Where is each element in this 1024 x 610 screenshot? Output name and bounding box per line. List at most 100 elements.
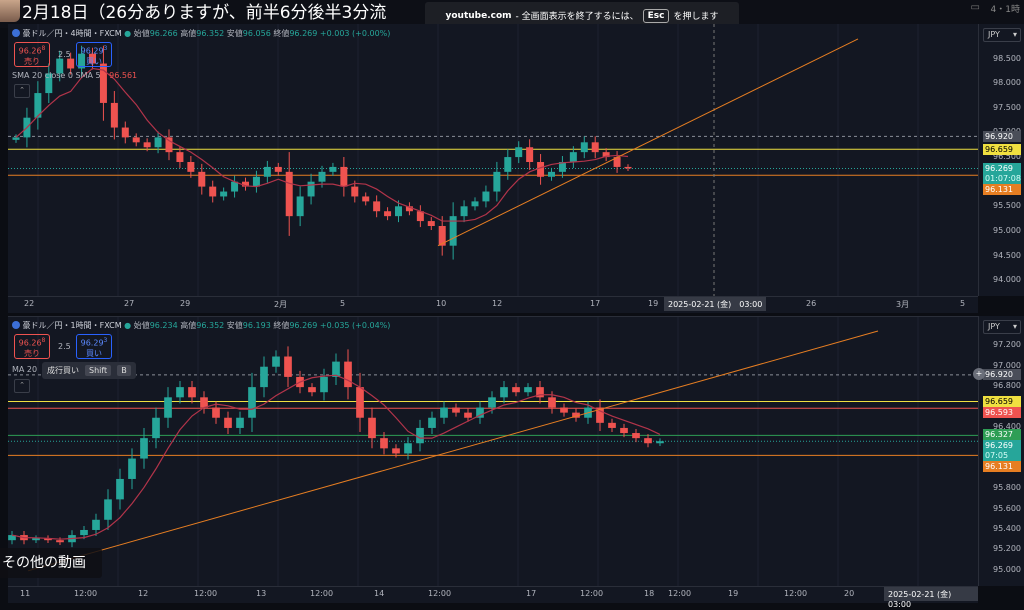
candle-body — [272, 356, 280, 367]
low-label: 安値 — [226, 29, 243, 38]
time-tick-label: 20 — [844, 589, 855, 598]
chart-canvas-4h[interactable] — [8, 24, 978, 296]
time-tick-label: 17 — [526, 589, 537, 598]
time-tick-label: 12:00 — [310, 589, 334, 598]
time-tick-label: 12:00 — [668, 589, 692, 598]
currency-select-1h[interactable]: JPY ▾ — [983, 320, 1021, 334]
candle-body — [143, 142, 151, 148]
sell-button-1h[interactable]: 96.268 売り — [14, 334, 50, 359]
price-axis-4h[interactable]: JPY▾ 98.50098.00097.50097.00096.50096.00… — [978, 24, 1024, 296]
time-tick-label: 5 — [340, 299, 346, 308]
time-tick-label: 12:00 — [194, 589, 218, 598]
symbol-logo-icon — [12, 321, 20, 329]
price-tag-red: 96.593 — [983, 406, 1021, 418]
buy-button-4h[interactable]: 96.293 買い — [76, 42, 112, 67]
time-tick-label: 12 — [492, 299, 503, 308]
currency-select-4h[interactable]: JPY ▾ — [983, 28, 1021, 42]
candle-body — [187, 162, 195, 172]
candle-body — [395, 206, 402, 217]
open-label: 始値 — [133, 321, 150, 330]
window-controls[interactable]: ▭ — [971, 2, 980, 13]
trend-line — [437, 38, 859, 247]
buy-button-1h[interactable]: 96.293 買い — [76, 334, 112, 359]
tooltip-label: 成行買い — [47, 366, 79, 375]
price-tick-label: 96.800 — [993, 381, 1021, 391]
candle-body — [524, 387, 532, 393]
candle-body — [428, 417, 436, 428]
add-alert-icon[interactable]: + — [973, 368, 985, 380]
candle-body — [548, 171, 555, 177]
time-tick-label: 13 — [256, 589, 267, 598]
candle-body — [351, 186, 359, 197]
candle-body — [56, 540, 64, 543]
chart-pane-4h[interactable] — [8, 24, 978, 296]
candle-body — [500, 387, 508, 398]
indicator-legend-1h[interactable]: MA 20 — [12, 365, 37, 374]
chart-pane-1h[interactable] — [8, 316, 978, 587]
price-axis-1h[interactable]: JPY▾ 97.20097.00096.80096.60096.40096.20… — [978, 316, 1024, 586]
candle-body — [482, 191, 490, 202]
price-tag-teal-sub: 01:07:08 — [983, 173, 1021, 185]
candle-body — [504, 157, 512, 172]
close-label: 終値 — [273, 29, 290, 38]
time-cursor-label: 2025-02-21 (金) 03:00 — [664, 297, 767, 311]
candle-body — [209, 186, 217, 197]
symbol-name[interactable]: 豪ドル／円・1時間・FXCM — [23, 321, 122, 330]
candle-body — [471, 201, 479, 207]
candle-body — [548, 397, 556, 408]
candle-body — [488, 397, 496, 408]
chevron-down-icon: ▾ — [1012, 322, 1017, 331]
symbol-name[interactable]: 豪ドル／円・4時間・FXCM — [23, 29, 122, 38]
candle-body — [198, 171, 206, 187]
chevron-up-icon: ⌃ — [19, 381, 25, 389]
page-indicator: 4・1時 — [990, 5, 1020, 15]
time-tick-label: 3月 — [896, 300, 910, 309]
sell-button-4h[interactable]: 96.268 売り — [14, 42, 50, 67]
price-tick-label: 95.500 — [993, 201, 1021, 211]
chart-canvas-1h[interactable] — [8, 317, 978, 587]
time-axis-4h[interactable]: 22 27 29 2月 5 10 12 17 19 26 3月 5 2025-02-21 (金) 03:… — [8, 296, 978, 313]
low-value: 96.056 — [242, 29, 271, 38]
change-value: +0.003 (+0.00%) — [319, 29, 391, 38]
time-tick-label: 29 — [180, 299, 191, 308]
time-tick-label: 19 — [728, 589, 739, 598]
candle-body — [340, 166, 348, 187]
candle-body — [80, 529, 88, 536]
time-tick-label: 2月 — [274, 300, 288, 309]
collapse-legend-button[interactable]: ⌃ — [14, 84, 30, 98]
time-tick-label: 14 — [374, 589, 385, 598]
candle-body — [67, 58, 75, 69]
sell-price: 96.26 — [18, 46, 42, 56]
candle-body — [318, 171, 326, 182]
channel-avatar[interactable] — [0, 0, 20, 22]
candle-body — [307, 181, 315, 197]
b-key: B — [117, 365, 131, 376]
indicator-legend-4h[interactable]: SMA 20 close 0 SMA 5 96.561 — [12, 71, 137, 80]
indicator-name: SMA 20 close 0 SMA 5 — [12, 71, 101, 80]
buy-price: 96.29 — [80, 46, 104, 56]
candle-body — [624, 166, 632, 169]
price-tick-label: 95.200 — [993, 544, 1021, 554]
sell-price-sup: 8 — [41, 337, 46, 344]
collapse-legend-button[interactable]: ⌃ — [14, 379, 30, 393]
candle-body — [116, 478, 124, 500]
candle-body — [569, 152, 577, 162]
time-tick-label: 27 — [124, 299, 135, 308]
high-value: 96.352 — [196, 321, 225, 330]
time-tick-label: 26 — [806, 299, 817, 308]
toast-text-after: を押します — [673, 12, 719, 22]
candle-body — [560, 407, 568, 413]
esc-key: Esc — [642, 8, 670, 23]
spread-value: 2.5 — [58, 50, 71, 59]
other-videos-overlay[interactable]: その他の動画 — [0, 548, 102, 578]
high-label: 高値 — [180, 321, 197, 330]
time-axis-1h[interactable]: 11 12:00 12 12:00 13 12:00 14 12:00 17 12:00 18 12:… — [8, 586, 978, 609]
candle-body — [591, 142, 599, 153]
price-tag-orange: 96.131 — [983, 184, 1021, 196]
time-tick-label: 10 — [436, 299, 447, 308]
candle-body — [212, 407, 220, 418]
restore-icon[interactable]: ▭ — [971, 2, 980, 13]
candle-body — [188, 387, 196, 398]
price-tick-label: 94.000 — [993, 275, 1021, 285]
time-tick-label: 19 — [648, 299, 659, 308]
